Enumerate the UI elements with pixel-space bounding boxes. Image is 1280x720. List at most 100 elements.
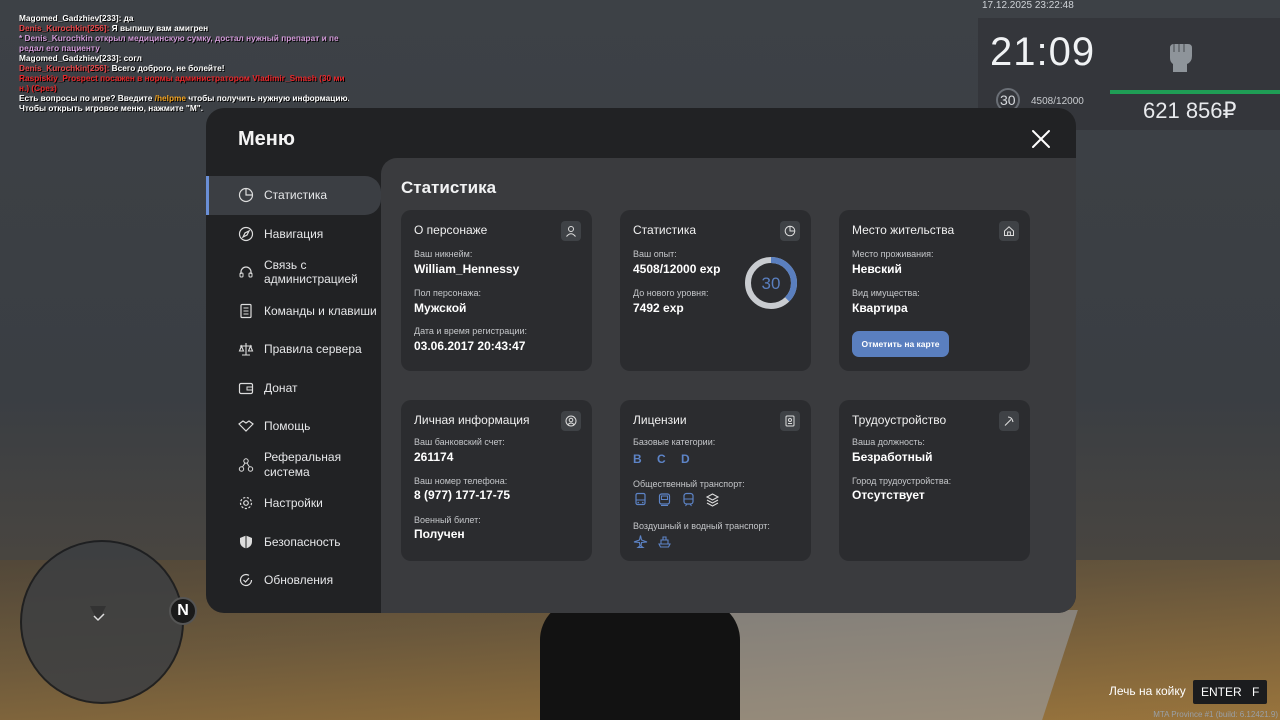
menu-sidebar: Статистика Навигация Связь с администрац…	[206, 176, 381, 600]
card-title: Лицензии	[633, 413, 687, 427]
card-title: Личная информация	[414, 413, 530, 427]
exp-value: 4508/12000 exp	[633, 262, 721, 276]
menu-title: Меню	[238, 128, 295, 150]
sidebar-item-security[interactable]: Безопасность	[206, 523, 381, 562]
card-residence: Место жительства Место проживания: Невск…	[839, 210, 1030, 371]
registration-label: Дата и время регистрации:	[414, 326, 527, 336]
bank-account-label: Ваш банковский счет:	[414, 437, 505, 447]
wallet-icon	[238, 382, 254, 394]
pie-chart-icon	[784, 225, 796, 237]
exp-label: Ваш опыт:	[633, 249, 677, 259]
player-character	[540, 600, 740, 720]
bus-icon	[635, 492, 646, 506]
health-bar	[1110, 90, 1280, 94]
sidebar-item-label: Команды и клавиши	[264, 303, 377, 318]
mark-on-map-button[interactable]: Отметить на карте	[852, 331, 949, 357]
f-key[interactable]: F	[1244, 680, 1268, 704]
close-icon[interactable]	[1030, 128, 1052, 150]
next-level-label: До нового уровня:	[633, 288, 709, 298]
sidebar-item-label: Правила сервера	[264, 342, 362, 356]
gear-icon	[239, 497, 253, 510]
card-title: Статистика	[633, 223, 697, 237]
content-panel: Статистика О персонаже Ваш никнейм: Will…	[381, 158, 1076, 613]
air-water-transport-icons	[633, 534, 672, 549]
id-card-icon-wrap	[780, 411, 800, 431]
hud-money: 621 856₽	[1143, 98, 1237, 123]
pickaxe-icon-wrap	[999, 411, 1019, 431]
position-label: Ваша должность:	[852, 437, 925, 447]
sidebar-item-label: Обновления	[264, 573, 334, 587]
sidebar-item-referral[interactable]: Реферальная система	[206, 446, 381, 485]
sidebar-item-statistics[interactable]: Статистика	[206, 176, 381, 215]
ring-level-text: 30	[762, 274, 781, 293]
card-title: О персонаже	[414, 223, 488, 237]
pickaxe-icon	[1004, 416, 1014, 426]
bank-account-value: 261174	[414, 450, 454, 464]
card-title: Место жительства	[852, 223, 955, 237]
home-icon	[1004, 226, 1014, 236]
military-label: Военный билет:	[414, 515, 481, 525]
player-marker-icon	[90, 606, 106, 622]
pie-chart-icon	[238, 188, 254, 203]
position-value: Безработный	[852, 450, 933, 464]
sidebar-item-label: Статистика	[264, 188, 328, 202]
id-card-icon	[785, 415, 795, 427]
boat-icon	[658, 536, 671, 548]
chat-line: Denis_Kurochkin[256]: Всего доброго, не …	[19, 63, 225, 73]
plane-icon	[633, 535, 648, 549]
headset-icon	[239, 266, 253, 278]
pie-chart-icon-wrap	[780, 221, 800, 241]
residence-value: Невский	[852, 262, 902, 276]
train-icon	[683, 492, 694, 507]
scales-icon	[238, 343, 254, 356]
sidebar-item-label: Безопасность	[264, 534, 341, 549]
sidebar-item-settings[interactable]: Настройки	[206, 484, 381, 523]
hud-time: 21:09	[990, 30, 1096, 74]
sidebar-item-label: Донат	[264, 380, 298, 395]
handshake-icon	[238, 420, 254, 433]
sidebar-item-help[interactable]: Помощь	[206, 407, 381, 446]
sidebar-item-commands[interactable]: Команды и клавиши	[206, 292, 381, 331]
card-licenses: Лицензии Базовые категории: B C D Общест…	[620, 400, 811, 561]
air-water-transport-label: Воздушный и водный транспорт:	[633, 521, 770, 531]
sidebar-item-label: Настройки	[264, 496, 323, 510]
sidebar-item-navigation[interactable]: Навигация	[206, 215, 381, 254]
sidebar-item-label: Связь с администрацией	[264, 257, 358, 287]
base-categories-value: B C D	[633, 452, 696, 466]
user-icon	[566, 226, 576, 237]
job-city-label: Город трудоустройства:	[852, 476, 952, 486]
chat-log: Magomed_Gadzhiev[233]: да Denis_Kurochki…	[19, 13, 349, 113]
property-type-value: Квартира	[852, 301, 908, 315]
military-value: Получен	[414, 527, 465, 541]
compass-icon	[238, 226, 254, 241]
document-icon	[240, 303, 252, 318]
sex-value: Мужской	[414, 301, 467, 315]
card-personal: Личная информация Ваш банковский счет: 2…	[401, 400, 592, 561]
sidebar-item-donate[interactable]: Донат	[206, 369, 381, 408]
metro-icon	[705, 493, 720, 507]
home-icon-wrap	[999, 221, 1019, 241]
content-title: Статистика	[401, 178, 497, 197]
enter-key[interactable]: ENTER	[1193, 680, 1250, 704]
sidebar-item-label: Помощь	[264, 419, 311, 433]
phone-label: Ваш номер телефона:	[414, 476, 508, 486]
build-info: MTA Province #1 (build: 6.12421.9)	[1153, 710, 1278, 719]
nickname-label: Ваш никнейм:	[414, 249, 473, 259]
base-categories-label: Базовые категории:	[633, 437, 716, 447]
phone-value: 8 (977) 177-17-75	[414, 488, 511, 502]
job-city-value: Отсутствует	[852, 488, 925, 502]
game-menu: Меню Статистика Навигация Связь с админи…	[206, 108, 1076, 613]
sidebar-item-label: Реферальная система	[264, 450, 342, 479]
sidebar-item-contact-admin[interactable]: Связь с администрацией	[206, 253, 381, 292]
card-stats: Статистика Ваш опыт: 4508/12000 exp До н…	[620, 210, 811, 371]
registration-value: 03.06.2017 20:43:47	[414, 339, 526, 353]
refresh-check-icon	[239, 574, 253, 587]
property-type-label: Вид имущества:	[852, 288, 920, 298]
sidebar-item-updates[interactable]: Обновления	[206, 561, 381, 600]
card-employment: Трудоустройство Ваша должность: Безработ…	[839, 400, 1030, 561]
sidebar-item-rules[interactable]: Правила сервера	[206, 330, 381, 369]
fist-icon	[1170, 44, 1192, 72]
north-indicator: N	[169, 597, 197, 625]
public-transport-icons	[633, 492, 720, 507]
network-icon	[238, 458, 254, 472]
